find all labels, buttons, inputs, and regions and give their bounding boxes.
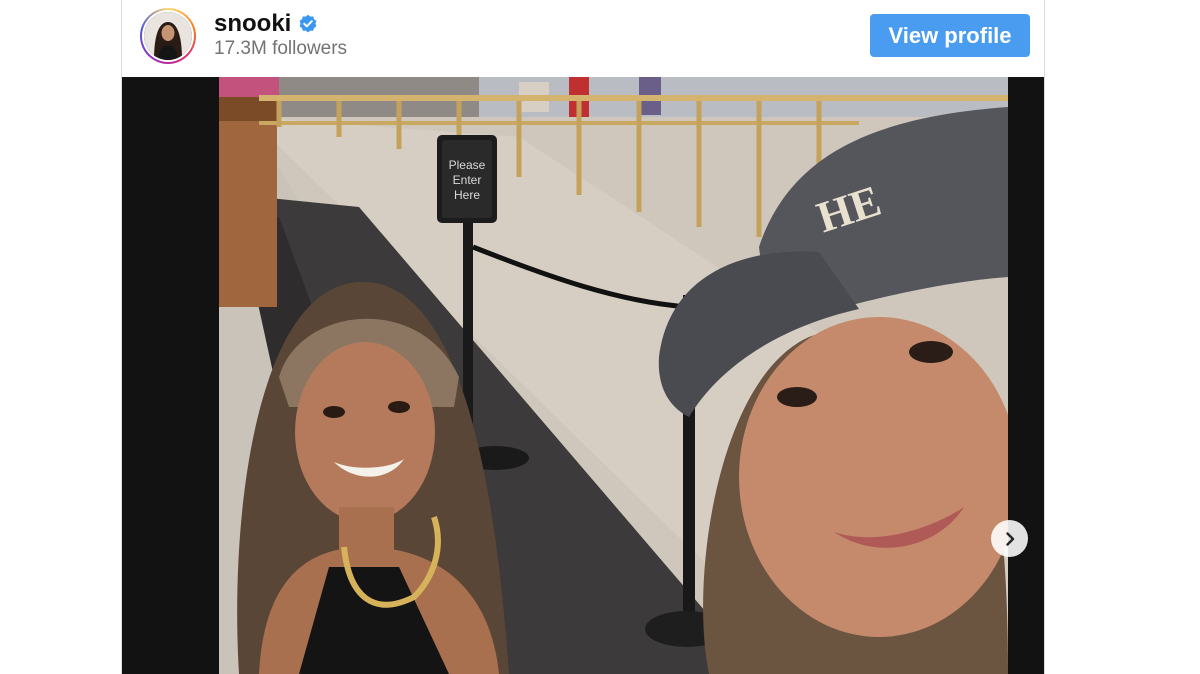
next-image-button[interactable]: [991, 520, 1028, 557]
sign-line-3: Here: [454, 188, 480, 202]
sign-line-1: Please: [449, 158, 486, 172]
follower-count: 17.3M followers: [214, 38, 348, 59]
post-header: snooki 17.3M followers View profile: [122, 0, 1044, 77]
selfie-photo: Please Enter Here HE: [219, 77, 1008, 674]
profile-photo-icon: [144, 12, 192, 60]
sign-line-2: Enter: [453, 173, 482, 187]
chevron-right-icon: [1005, 531, 1014, 546]
username-row: snooki: [214, 10, 318, 38]
instagram-embed: snooki 17.3M followers View profile Plea…: [121, 0, 1045, 674]
post-photo[interactable]: Please Enter Here HE: [219, 77, 1008, 674]
avatar-story-ring[interactable]: [140, 8, 196, 64]
verified-badge-icon: [298, 14, 318, 34]
username[interactable]: snooki: [214, 10, 291, 38]
view-profile-button[interactable]: View profile: [870, 14, 1030, 57]
avatar: [144, 12, 192, 60]
post-media: Please Enter Here HE: [122, 77, 1044, 674]
